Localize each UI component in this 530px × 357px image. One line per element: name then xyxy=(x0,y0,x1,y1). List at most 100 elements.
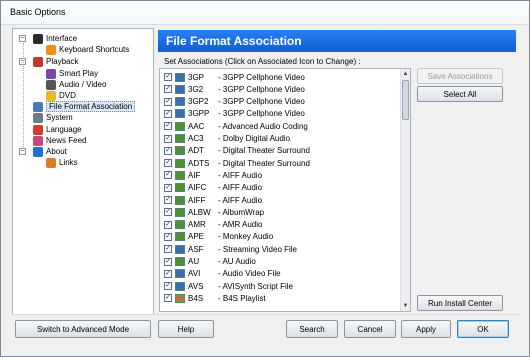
file-type-icon[interactable] xyxy=(175,220,185,230)
cancel-button[interactable]: Cancel xyxy=(344,320,396,338)
tree-item-about[interactable]: About xyxy=(33,146,67,157)
association-row[interactable]: ✓ AC3 - Dolby Digital Audio xyxy=(164,133,290,145)
association-row[interactable]: ✓ ALBW - AlbumWrap xyxy=(164,206,264,218)
format-description: - AIFF Audio xyxy=(218,170,263,180)
tree-item-language[interactable]: Language xyxy=(33,124,82,135)
file-type-icon[interactable] xyxy=(175,158,185,168)
extension-label: ALBW xyxy=(188,207,211,217)
association-list[interactable]: ✓ 3GP - 3GPP Cellphone Video ✓ 3G2 - 3GPP Cel… xyxy=(159,68,411,312)
file-type-icon[interactable] xyxy=(175,121,185,131)
association-checkbox[interactable]: ✓ xyxy=(164,208,172,217)
help-button[interactable]: Help xyxy=(158,320,214,338)
scroll-thumb[interactable] xyxy=(402,80,409,120)
tree-item-system[interactable]: System xyxy=(33,112,73,123)
scroll-down-icon[interactable]: ▼ xyxy=(401,301,410,311)
file-type-icon[interactable] xyxy=(175,72,185,82)
extension-label: ADT xyxy=(188,146,204,156)
association-checkbox[interactable]: ✓ xyxy=(164,109,172,118)
association-row[interactable]: ✓ 3G2 - 3GPP Cellphone Video xyxy=(164,83,305,95)
list-scrollbar[interactable]: ▲ ▼ xyxy=(400,69,410,311)
tree-expander-icon[interactable]: − xyxy=(19,35,26,42)
switch-advanced-mode-button[interactable]: Switch to Advanced Mode xyxy=(15,320,151,338)
file-type-icon[interactable] xyxy=(175,195,185,205)
association-row[interactable]: ✓ AIF - AIFF Audio xyxy=(164,169,262,181)
association-checkbox[interactable]: ✓ xyxy=(164,159,172,168)
file-type-icon[interactable] xyxy=(175,170,185,180)
file-type-icon[interactable] xyxy=(175,84,185,94)
association-row[interactable]: ✓ ADT - Digital Theater Surround xyxy=(164,145,310,157)
association-checkbox[interactable]: ✓ xyxy=(164,73,172,81)
association-checkbox[interactable]: ✓ xyxy=(164,257,172,266)
apply-button[interactable]: Apply xyxy=(401,320,451,338)
select-all-button[interactable]: Select All xyxy=(417,86,503,102)
tree-item-interface[interactable]: Interface xyxy=(33,33,77,44)
extension-label: AVS xyxy=(188,281,204,291)
association-row[interactable]: ✓ AU - AU Audio xyxy=(164,256,256,268)
format-description: - Advanced Audio Coding xyxy=(218,121,308,131)
association-row[interactable]: ✓ B4S - B4S Playlist xyxy=(164,292,266,304)
association-row[interactable]: ✓ AIFF - AIFF Audio xyxy=(164,194,262,206)
association-checkbox[interactable]: ✓ xyxy=(164,232,172,241)
association-row[interactable]: ✓ AVI - Audio Video File xyxy=(164,268,281,280)
association-checkbox[interactable]: ✓ xyxy=(164,269,172,278)
ok-button[interactable]: OK xyxy=(457,320,509,338)
tree-item-keyboard-shortcuts[interactable]: Keyboard Shortcuts xyxy=(46,44,129,55)
tree-item-label: Interface xyxy=(46,34,78,43)
association-row[interactable]: ✓ ASF - Streaming Video File xyxy=(164,243,297,255)
association-row[interactable]: ✓ AIFC - AIFF Audio xyxy=(164,182,262,194)
association-checkbox[interactable]: ✓ xyxy=(164,122,172,131)
association-checkbox[interactable]: ✓ xyxy=(164,146,172,155)
association-row[interactable]: ✓ AVS - AVISynth Script File xyxy=(164,280,293,292)
tree-item-audio-video[interactable]: Audio / Video xyxy=(46,79,106,90)
association-checkbox[interactable]: ✓ xyxy=(164,134,172,143)
association-checkbox[interactable]: ✓ xyxy=(164,85,172,94)
search-button[interactable]: Search xyxy=(286,320,338,338)
file-type-icon[interactable] xyxy=(175,232,185,242)
run-install-center-button[interactable]: Run Install Center xyxy=(417,295,503,311)
association-row[interactable]: ✓ AMR - AMR Audio xyxy=(164,219,262,231)
panel-title: File Format Association xyxy=(158,30,516,52)
association-row[interactable]: ✓ APE - Monkey Audio xyxy=(164,231,273,243)
tree-item-smart-play[interactable]: Smart Play xyxy=(46,68,98,79)
tree-expander-icon[interactable]: − xyxy=(19,148,26,155)
file-type-icon[interactable] xyxy=(175,293,185,303)
tree-item-news-feed[interactable]: News Feed xyxy=(33,135,86,146)
association-row[interactable]: ✓ 3GPP - 3GPP Cellphone Video xyxy=(164,108,305,120)
association-checkbox[interactable]: ✓ xyxy=(164,245,172,254)
options-tree[interactable]: − − − Interface Keyboard Shortcuts Playback Sm… xyxy=(12,28,154,315)
file-type-icon[interactable] xyxy=(175,146,185,156)
file-type-icon[interactable] xyxy=(175,183,185,193)
tree-connector xyxy=(23,43,24,149)
association-checkbox[interactable]: ✓ xyxy=(164,196,172,204)
association-checkbox[interactable]: ✓ xyxy=(164,294,172,303)
extension-label: 3GP xyxy=(188,72,205,82)
format-description: - AIFF Audio xyxy=(218,195,263,205)
association-checkbox[interactable]: ✓ xyxy=(164,220,172,229)
links-icon xyxy=(46,157,56,168)
extension-label: AIFC xyxy=(188,183,207,193)
file-type-icon[interactable] xyxy=(175,97,185,107)
tree-item-links[interactable]: Links xyxy=(46,157,78,168)
association-row[interactable]: ✓ 3GP2 - 3GPP Cellphone Video xyxy=(164,96,305,108)
file-type-icon[interactable] xyxy=(175,281,185,291)
file-type-icon[interactable] xyxy=(175,109,185,119)
file-type-icon[interactable] xyxy=(175,244,185,254)
association-row[interactable]: ✓ ADTS - Digital Theater Surround xyxy=(164,157,310,169)
tree-item-playback[interactable]: Playback xyxy=(33,56,78,67)
association-row[interactable]: ✓ 3GP - 3GPP Cellphone Video xyxy=(164,71,305,83)
save-associations-button[interactable]: Save Associations xyxy=(417,68,503,84)
file-type-icon[interactable] xyxy=(175,134,185,143)
file-type-icon[interactable] xyxy=(175,207,185,217)
keyboard-icon xyxy=(46,44,56,55)
association-checkbox[interactable]: ✓ xyxy=(164,282,172,291)
tree-item-dvd[interactable]: DVD xyxy=(46,90,76,101)
scroll-up-icon[interactable]: ▲ xyxy=(401,69,410,79)
association-checkbox[interactable]: ✓ xyxy=(164,97,172,106)
association-row[interactable]: ✓ AAC - Advanced Audio Coding xyxy=(164,120,308,132)
file-type-icon[interactable] xyxy=(175,269,185,279)
association-checkbox[interactable]: ✓ xyxy=(164,183,172,192)
tree-item-file-format-association[interactable]: File Format Association xyxy=(33,101,136,112)
association-checkbox[interactable]: ✓ xyxy=(164,171,172,180)
news-feed-icon xyxy=(33,135,43,146)
file-type-icon[interactable] xyxy=(175,257,185,266)
